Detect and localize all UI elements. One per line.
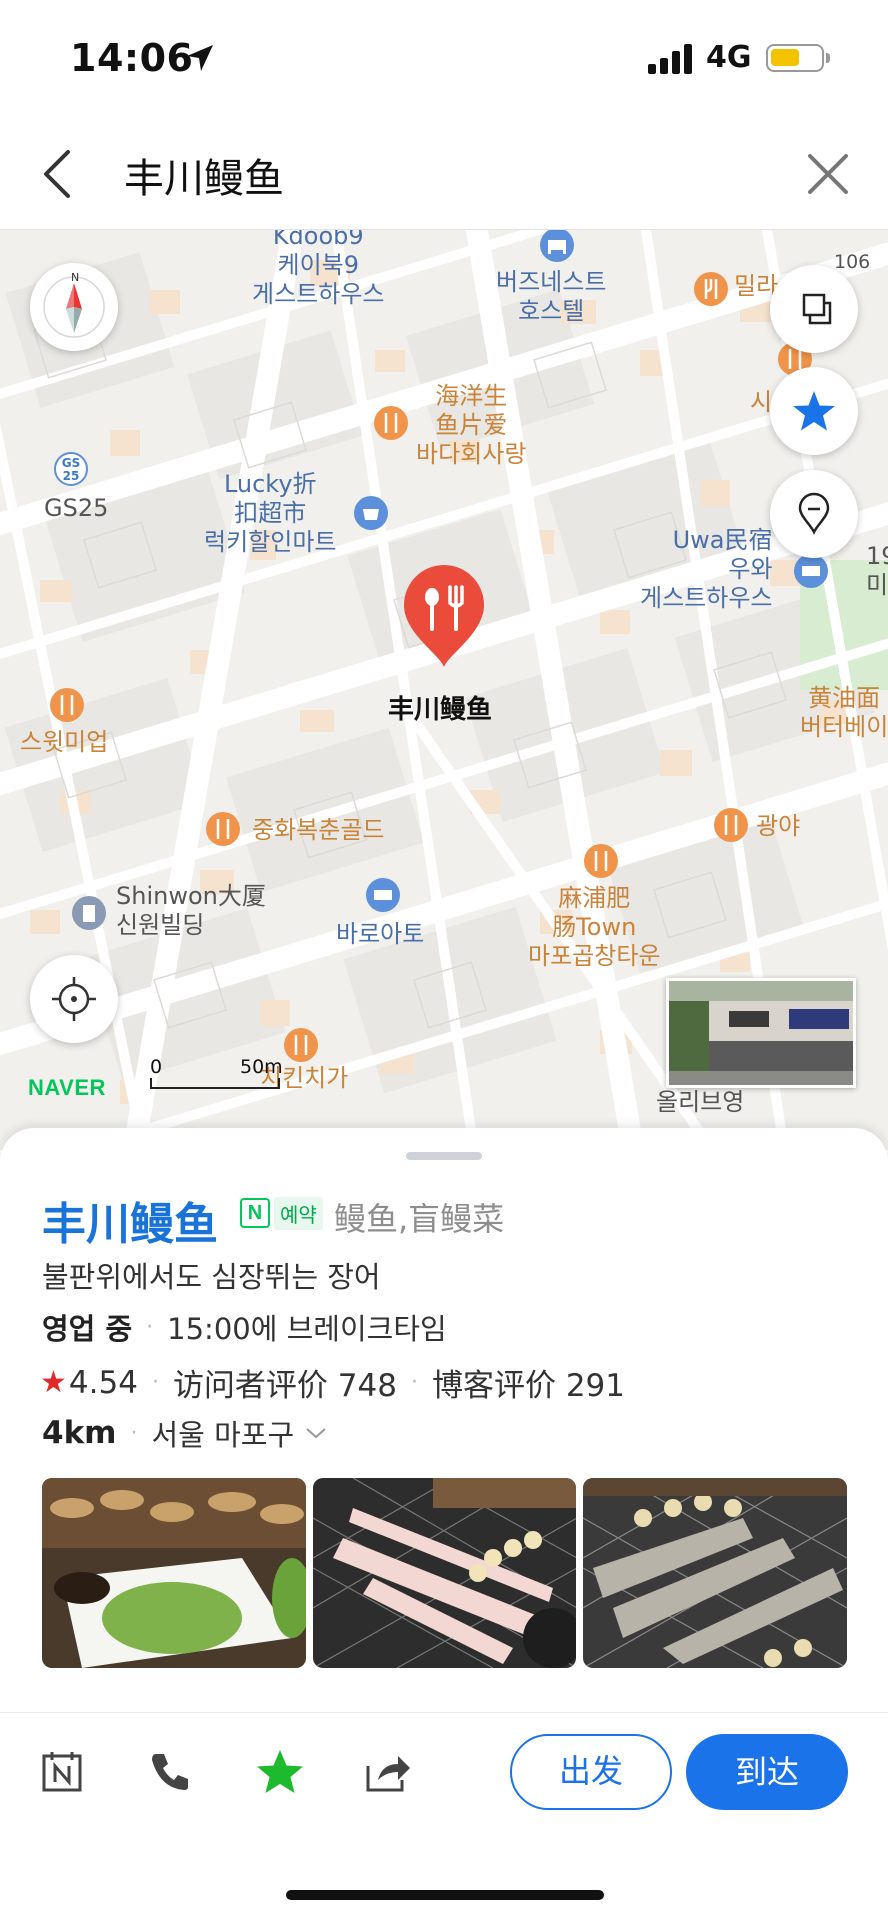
- separator-dot: ·: [146, 1314, 154, 1340]
- battery-icon: [766, 44, 824, 72]
- booking-calendar-icon[interactable]: [32, 1742, 92, 1802]
- street-view-thumbnail[interactable]: [666, 978, 856, 1088]
- distance-address-row[interactable]: 4km · 서울 마포구: [42, 1412, 328, 1454]
- restaurant-icon[interactable]: [694, 272, 728, 306]
- separator-dot: ·: [151, 1370, 159, 1395]
- map-label-lucky[interactable]: Lucky折 扣超市 럭키할인마트: [204, 470, 336, 557]
- gps-target-icon: [52, 977, 96, 1021]
- map-label-marker[interactable]: 丰川鳗鱼: [388, 696, 492, 725]
- map-label-huangyou[interactable]: 黄油面 버터베이: [800, 684, 888, 742]
- separator-dot: ·: [410, 1370, 418, 1395]
- map-label-uwa[interactable]: Uwa民宿 우와 게스트하우스: [640, 526, 772, 613]
- map-label-olive[interactable]: 올리브영: [656, 1088, 744, 1117]
- rating-row[interactable]: ★ 4.54 · 访问者评价 748 · 博客评价 291: [40, 1360, 625, 1405]
- hotel-icon[interactable]: [794, 554, 828, 588]
- rating-star-icon: ★: [40, 1365, 67, 1400]
- svg-text:N: N: [71, 271, 79, 284]
- place-pin-icon: [798, 492, 830, 535]
- address: 서울 마포구: [151, 1418, 295, 1452]
- place-pin-icon[interactable]: [400, 563, 488, 673]
- visitor-reviews[interactable]: 访问者评价 748: [173, 1360, 397, 1405]
- scale-end: 50m: [240, 1056, 283, 1078]
- compass-button[interactable]: N: [30, 263, 118, 351]
- status-bar: 14:06 4G: [0, 0, 888, 118]
- restaurant-icon[interactable]: [374, 406, 408, 440]
- place-category: 鳗鱼,盲鳗菜: [334, 1200, 505, 1238]
- hours-status: 영업 중: [42, 1312, 133, 1346]
- battery-tip: [826, 53, 830, 63]
- status-time: 14:06: [70, 36, 194, 80]
- hotel-icon[interactable]: [540, 230, 574, 262]
- map-label-sweet[interactable]: 스윗미업: [20, 728, 108, 757]
- location-arrow-icon: [187, 45, 213, 71]
- sheet-handle[interactable]: [406, 1152, 482, 1160]
- photo-strip: [42, 1478, 848, 1668]
- hours-detail: 15:00에 브레이크타임: [167, 1312, 447, 1346]
- rating-value: 4.54: [68, 1364, 138, 1401]
- chevron-down-icon[interactable]: [304, 1425, 328, 1441]
- star-icon[interactable]: [250, 1742, 310, 1802]
- search-header: 丰川鳗鱼: [0, 118, 888, 230]
- booking-label: 예약: [274, 1196, 323, 1230]
- booking-badge[interactable]: N 예약: [240, 1196, 323, 1230]
- hotel-icon[interactable]: [366, 878, 400, 912]
- home-indicator: [286, 1890, 604, 1900]
- depart-button[interactable]: 出发: [510, 1734, 672, 1810]
- place-photo[interactable]: [583, 1478, 848, 1668]
- place-info-sheet: 丰川鳗鱼 N 예약 鳗鱼,盲鳗菜 불판위에서도 심장뛰는 장어 영업 중 · 1…: [0, 1128, 888, 1920]
- map-label-kdoob[interactable]: Kdoob9 케이북9 게스트하우스: [252, 230, 384, 309]
- scale-start: 0: [150, 1056, 163, 1078]
- close-icon[interactable]: [796, 142, 860, 206]
- favorite-button[interactable]: [770, 367, 858, 455]
- share-icon[interactable]: [358, 1742, 418, 1802]
- mart-icon[interactable]: [354, 496, 388, 530]
- map-view[interactable]: Kdoob9 케이북9 게스트하우스 버즈네스트 호스텔 106 밀라 시 海洋…: [0, 230, 888, 1150]
- search-query[interactable]: 丰川鳗鱼: [124, 146, 284, 204]
- layers-button[interactable]: [770, 265, 858, 353]
- restaurant-icon[interactable]: [714, 808, 748, 842]
- place-name[interactable]: 丰川鳗鱼: [42, 1188, 218, 1252]
- place-description: 불판위에서도 심장뛰는 장어: [42, 1260, 381, 1294]
- gps-button[interactable]: [30, 955, 118, 1043]
- favorite-star-icon: [793, 391, 835, 431]
- layers-icon: [802, 293, 832, 325]
- blog-reviews[interactable]: 博客评价 291: [432, 1360, 625, 1405]
- building-icon[interactable]: [72, 896, 106, 930]
- business-hours[interactable]: 영업 중 · 15:00에 브레이크타임: [42, 1306, 447, 1348]
- map-label-shinwon[interactable]: Shinwon大厦 신원빌딩: [116, 882, 266, 940]
- separator-dot: ·: [130, 1420, 138, 1446]
- place-pin-button[interactable]: [770, 470, 858, 558]
- naver-logo: NAVER: [28, 1075, 106, 1100]
- map-label-haiyang[interactable]: 海洋生 鱼片爱 바다회사랑: [416, 382, 526, 469]
- restaurant-icon[interactable]: [50, 688, 84, 722]
- restaurant-icon[interactable]: [284, 1028, 318, 1062]
- place-photo[interactable]: [312, 1478, 577, 1668]
- map-label-gwangya[interactable]: 광야: [756, 812, 800, 841]
- scale-bar: [150, 1078, 280, 1089]
- distance: 4km: [42, 1415, 117, 1451]
- back-icon[interactable]: [30, 144, 90, 204]
- convenience-store-icon[interactable]: GS 25: [54, 452, 88, 486]
- arrive-button[interactable]: 到达: [686, 1734, 848, 1810]
- compass-icon: N: [43, 271, 105, 338]
- network-type: 4G: [706, 40, 752, 75]
- map-label-buzz[interactable]: 버즈네스트 호스텔: [496, 268, 606, 326]
- map-label-gs25[interactable]: GS25: [44, 494, 108, 523]
- restaurant-icon[interactable]: [584, 844, 618, 878]
- map-label-baroa[interactable]: 바로아토: [336, 920, 424, 949]
- place-photo[interactable]: [42, 1478, 306, 1668]
- restaurant-icon[interactable]: [206, 812, 240, 846]
- booking-n-icon: N: [240, 1198, 270, 1228]
- phone-icon[interactable]: [140, 1742, 200, 1802]
- signal-icon: [648, 44, 692, 74]
- divider: [0, 1712, 888, 1713]
- map-label-jonghwa[interactable]: 중화복춘골드: [252, 816, 384, 845]
- map-label-mapo[interactable]: 麻浦肥 肠Town 마포곱창타운: [528, 884, 660, 971]
- map-label-si[interactable]: 시: [750, 388, 772, 417]
- map-label-19[interactable]: 19 미: [866, 542, 888, 600]
